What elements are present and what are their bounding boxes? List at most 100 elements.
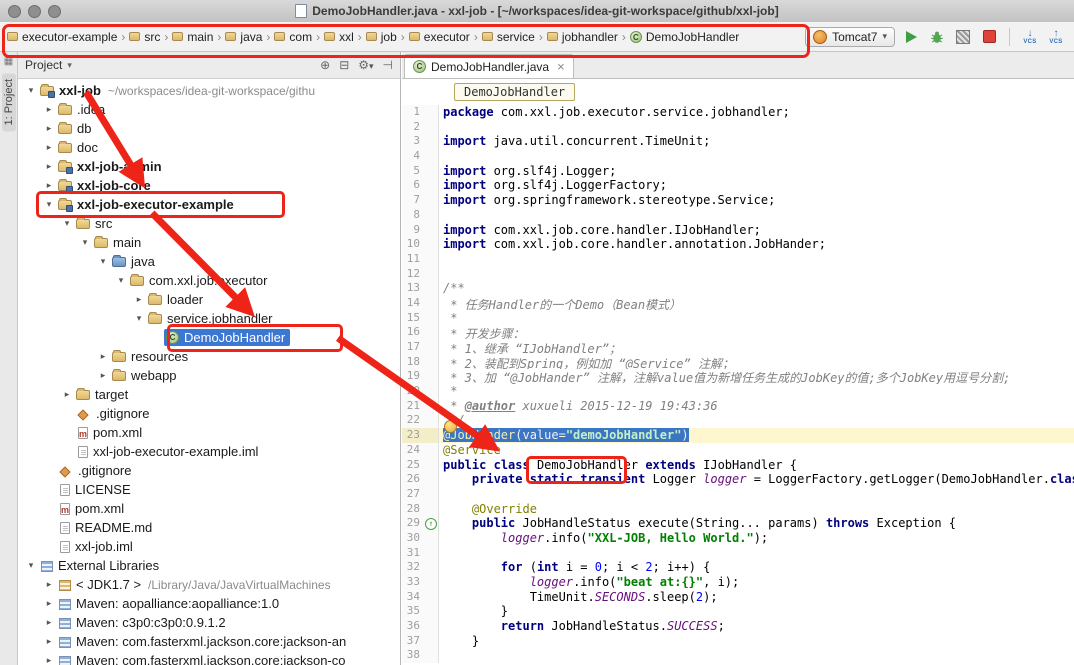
code-line[interactable]: 31 <box>402 546 1074 561</box>
code-line[interactable]: 15 * <box>402 311 1074 326</box>
tree-item[interactable]: ▾External Libraries <box>18 556 400 575</box>
code-line[interactable]: 24@Service <box>402 443 1074 458</box>
expand-arrow-icon[interactable]: ▾ <box>96 256 110 267</box>
breadcrumb-item[interactable]: xxl <box>321 28 357 46</box>
tree-item[interactable]: ▸target <box>18 385 400 404</box>
tree-item[interactable]: ▾xxl-job-executor-example <box>18 195 400 214</box>
run-configuration-select[interactable]: Tomcat7 ▾ <box>805 27 895 47</box>
code-line[interactable]: 7import org.springframework.stereotype.S… <box>402 193 1074 208</box>
expand-arrow-icon[interactable]: ▸ <box>42 104 56 115</box>
code-line[interactable]: 20 * <box>402 384 1074 399</box>
breadcrumb-item[interactable]: executor <box>406 28 473 46</box>
expand-arrow-icon[interactable]: ▸ <box>42 636 56 647</box>
tree-item[interactable]: ▸webapp <box>18 366 400 385</box>
code-line[interactable]: 30 logger.info("XXL-JOB, Hello World."); <box>402 531 1074 546</box>
vcs-commit-button[interactable]: ↑ VCS <box>1046 27 1066 47</box>
code-line[interactable]: 28 @Override <box>402 502 1074 517</box>
locate-icon[interactable]: ⊕ <box>320 58 330 72</box>
expand-arrow-icon[interactable]: ▸ <box>96 370 110 381</box>
code-line[interactable]: 26 private static transient Logger logge… <box>402 472 1074 487</box>
intention-bulb-icon[interactable] <box>444 420 457 433</box>
code-line[interactable]: 32 for (int i = 0; i < 2; i++) { <box>402 560 1074 575</box>
tree-item[interactable]: ▸< JDK1.7 >/Library/Java/JavaVirtualMach… <box>18 575 400 594</box>
expand-arrow-icon[interactable]: ▸ <box>42 123 56 134</box>
breadcrumb-item[interactable]: com <box>271 28 315 46</box>
expand-arrow-icon[interactable]: ▾ <box>42 199 56 210</box>
close-window-button[interactable] <box>8 5 21 18</box>
tree-item[interactable]: .gitignore <box>18 461 400 480</box>
code-line[interactable]: 18 * 2、装配到Spring，例如加 “@Service” 注解； <box>402 355 1074 370</box>
code-line[interactable]: 34 TimeUnit.SECONDS.sleep(2); <box>402 590 1074 605</box>
expand-arrow-icon[interactable]: ▾ <box>78 237 92 248</box>
zoom-window-button[interactable] <box>48 5 61 18</box>
expand-arrow-icon[interactable]: ▾ <box>114 275 128 286</box>
code-line[interactable]: 38 <box>402 648 1074 663</box>
breadcrumb-item[interactable]: jobhandler <box>544 28 621 46</box>
breadcrumb-item[interactable]: service <box>479 28 538 46</box>
tree-item[interactable]: ▸resources <box>18 347 400 366</box>
tree-item[interactable]: ▸Maven: c3p0:c3p0:0.9.1.2 <box>18 613 400 632</box>
expand-arrow-icon[interactable]: ▾ <box>60 218 74 229</box>
code-line[interactable]: 22 */ <box>402 413 1074 428</box>
code-line[interactable]: 12 <box>402 267 1074 282</box>
breadcrumb-item[interactable]: main <box>169 28 216 46</box>
run-button[interactable] <box>901 27 921 47</box>
expand-arrow-icon[interactable]: ▸ <box>42 161 56 172</box>
settings-gear-icon[interactable]: ⚙▾ <box>358 58 373 72</box>
code-line[interactable]: 8 <box>402 208 1074 223</box>
code-line[interactable]: 13/** <box>402 281 1074 296</box>
breadcrumb-item[interactable]: src <box>126 28 163 46</box>
hide-panel-icon[interactable]: ⊣ <box>383 58 393 72</box>
minimize-window-button[interactable] <box>28 5 41 18</box>
breadcrumb-item[interactable]: DemoJobHandler <box>627 28 742 46</box>
tree-item[interactable]: .gitignore <box>18 404 400 423</box>
breadcrumb-item[interactable]: java <box>222 28 265 46</box>
tree-item[interactable]: ▸xxl-job-core <box>18 176 400 195</box>
expand-arrow-icon[interactable]: ▸ <box>60 389 74 400</box>
code-line[interactable]: 10import com.xxl.job.core.handler.annota… <box>402 237 1074 252</box>
stop-button[interactable] <box>979 27 999 47</box>
project-tool-button[interactable]: 1: Project <box>2 73 16 131</box>
tree-item[interactable]: ▾src <box>18 214 400 233</box>
code-area[interactable]: 1package com.xxl.job.executor.service.jo… <box>402 105 1074 665</box>
tree-item[interactable]: ▸Maven: com.fasterxml.jackson.core:jacks… <box>18 632 400 651</box>
expand-arrow-icon[interactable]: ▸ <box>42 617 56 628</box>
expand-arrow-icon[interactable]: ▸ <box>42 579 56 590</box>
tree-item[interactable]: ▸db <box>18 119 400 138</box>
code-line[interactable]: 9import com.xxl.job.core.handler.IJobHan… <box>402 223 1074 238</box>
close-icon[interactable]: × <box>557 59 565 74</box>
tree-item[interactable]: ▸loader <box>18 290 400 309</box>
expand-arrow-icon[interactable]: ▾ <box>24 85 38 96</box>
expand-arrow-icon[interactable]: ▸ <box>42 598 56 609</box>
tree-item[interactable]: ▸doc <box>18 138 400 157</box>
code-line[interactable]: 19 * 3、加 “@JobHander” 注解，注解value值为新增任务生成… <box>402 369 1074 384</box>
expand-arrow-icon[interactable]: ▸ <box>132 294 146 305</box>
tree-item[interactable]: LICENSE <box>18 480 400 499</box>
expand-arrow-icon[interactable]: ▾ <box>24 560 38 571</box>
expand-arrow-icon[interactable]: ▸ <box>42 655 56 665</box>
tree-item[interactable]: ▾xxl-job~/workspaces/idea-git-workspace/… <box>18 81 400 100</box>
tree-item[interactable]: ▾main <box>18 233 400 252</box>
structure-breadcrumb-chip[interactable]: DemoJobHandler <box>454 83 575 101</box>
debug-button[interactable] <box>927 27 947 47</box>
code-line[interactable]: 25public class DemoJobHandler extends IJ… <box>402 458 1074 473</box>
tree-item[interactable]: ▸xxl-job-admin <box>18 157 400 176</box>
code-line[interactable]: 2 <box>402 120 1074 135</box>
project-panel-title[interactable]: Project <box>25 58 62 72</box>
tree-item[interactable]: DemoJobHandler <box>18 328 400 347</box>
tree-item[interactable]: README.md <box>18 518 400 537</box>
tree-item[interactable]: ▸Maven: aopalliance:aopalliance:1.0 <box>18 594 400 613</box>
breadcrumb-item[interactable]: job <box>363 28 400 46</box>
override-gutter-icon[interactable]: ↑ <box>425 518 437 530</box>
tree-item[interactable]: ▸Maven: com.fasterxml.jackson.core:jacks… <box>18 651 400 665</box>
code-line[interactable]: 11 <box>402 252 1074 267</box>
expand-arrow-icon[interactable]: ▾ <box>132 313 146 324</box>
expand-arrow-icon[interactable]: ▸ <box>96 351 110 362</box>
code-line[interactable]: 6import org.slf4j.LoggerFactory; <box>402 178 1074 193</box>
code-line[interactable]: 16 * 开发步骤： <box>402 325 1074 340</box>
code-line[interactable]: 17 * 1、继承 “IJobHandler”； <box>402 340 1074 355</box>
code-line[interactable]: 37 } <box>402 634 1074 649</box>
tree-item[interactable]: xxl-job.iml <box>18 537 400 556</box>
code-line[interactable]: 27 <box>402 487 1074 502</box>
code-line[interactable]: 21 * @author xuxueli 2015-12-19 19:43:36 <box>402 399 1074 414</box>
